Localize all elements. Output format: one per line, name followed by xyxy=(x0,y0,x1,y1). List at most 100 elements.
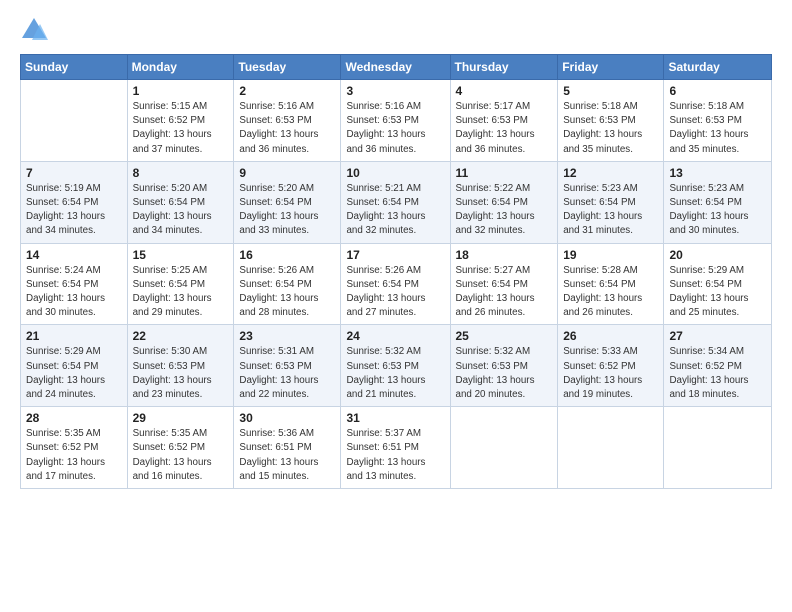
day-number: 31 xyxy=(346,411,444,425)
day-number: 24 xyxy=(346,329,444,343)
day-number: 7 xyxy=(26,166,122,180)
day-info: Sunrise: 5:17 AMSunset: 6:53 PMDaylight:… xyxy=(456,100,553,157)
day-cell: 27 Sunrise: 5:34 AMSunset: 6:52 PMDayligh… xyxy=(664,325,772,407)
day-info: Sunrise: 5:18 AMSunset: 6:53 PMDaylight:… xyxy=(563,100,658,157)
day-info: Sunrise: 5:37 AMSunset: 6:51 PMDaylight:… xyxy=(346,427,444,484)
day-number: 15 xyxy=(133,248,229,262)
day-cell xyxy=(558,407,664,489)
day-cell: 15 Sunrise: 5:25 AMSunset: 6:54 PMDayligh… xyxy=(127,243,234,325)
day-cell: 3 Sunrise: 5:16 AMSunset: 6:53 PMDaylight… xyxy=(341,80,450,162)
day-cell: 23 Sunrise: 5:31 AMSunset: 6:53 PMDayligh… xyxy=(234,325,341,407)
day-info: Sunrise: 5:30 AMSunset: 6:53 PMDaylight:… xyxy=(133,345,229,402)
day-cell: 5 Sunrise: 5:18 AMSunset: 6:53 PMDaylight… xyxy=(558,80,664,162)
day-info: Sunrise: 5:35 AMSunset: 6:52 PMDaylight:… xyxy=(26,427,122,484)
day-info: Sunrise: 5:29 AMSunset: 6:54 PMDaylight:… xyxy=(26,345,122,402)
day-number: 8 xyxy=(133,166,229,180)
day-cell: 4 Sunrise: 5:17 AMSunset: 6:53 PMDaylight… xyxy=(450,80,558,162)
weekday-header-tuesday: Tuesday xyxy=(234,55,341,80)
day-cell: 28 Sunrise: 5:35 AMSunset: 6:52 PMDayligh… xyxy=(21,407,128,489)
weekday-header-friday: Friday xyxy=(558,55,664,80)
day-cell: 29Sunrise: 5:35 AMSunset: 6:52 PMDayligh… xyxy=(127,407,234,489)
day-number: 28 xyxy=(26,411,122,425)
day-info: Sunrise: 5:25 AMSunset: 6:54 PMDaylight:… xyxy=(133,264,229,321)
day-cell: 11 Sunrise: 5:22 AMSunset: 6:54 PMDayligh… xyxy=(450,161,558,243)
day-info: Sunrise: 5:26 AMSunset: 6:54 PMDaylight:… xyxy=(346,264,444,321)
day-cell: 19Sunrise: 5:28 AMSunset: 6:54 PMDayligh… xyxy=(558,243,664,325)
day-info: Sunrise: 5:31 AMSunset: 6:53 PMDaylight:… xyxy=(239,345,335,402)
day-cell: 25 Sunrise: 5:32 AMSunset: 6:53 PMDayligh… xyxy=(450,325,558,407)
page: SundayMondayTuesdayWednesdayThursdayFrid… xyxy=(0,0,792,612)
day-info: Sunrise: 5:36 AMSunset: 6:51 PMDaylight:… xyxy=(239,427,335,484)
day-number: 29 xyxy=(133,411,229,425)
header xyxy=(20,16,772,44)
day-number: 25 xyxy=(456,329,553,343)
day-info: Sunrise: 5:23 AMSunset: 6:54 PMDaylight:… xyxy=(669,182,766,239)
day-number: 23 xyxy=(239,329,335,343)
day-number: 27 xyxy=(669,329,766,343)
day-number: 26 xyxy=(563,329,658,343)
day-info: Sunrise: 5:18 AMSunset: 6:53 PMDaylight:… xyxy=(669,100,766,157)
day-number: 21 xyxy=(26,329,122,343)
day-number: 2 xyxy=(239,84,335,98)
day-info: Sunrise: 5:16 AMSunset: 6:53 PMDaylight:… xyxy=(239,100,335,157)
day-number: 14 xyxy=(26,248,122,262)
day-cell: 17Sunrise: 5:26 AMSunset: 6:54 PMDayligh… xyxy=(341,243,450,325)
day-cell: 7 Sunrise: 5:19 AMSunset: 6:54 PMDaylight… xyxy=(21,161,128,243)
day-info: Sunrise: 5:22 AMSunset: 6:54 PMDaylight:… xyxy=(456,182,553,239)
day-info: Sunrise: 5:20 AMSunset: 6:54 PMDaylight:… xyxy=(239,182,335,239)
day-number: 13 xyxy=(669,166,766,180)
day-cell: 26 Sunrise: 5:33 AMSunset: 6:52 PMDayligh… xyxy=(558,325,664,407)
day-info: Sunrise: 5:20 AMSunset: 6:54 PMDaylight:… xyxy=(133,182,229,239)
day-cell xyxy=(450,407,558,489)
week-row-2: 7 Sunrise: 5:19 AMSunset: 6:54 PMDaylight… xyxy=(21,161,772,243)
logo xyxy=(20,16,52,44)
day-info: Sunrise: 5:26 AMSunset: 6:54 PMDaylight:… xyxy=(239,264,335,321)
week-row-4: 21 Sunrise: 5:29 AMSunset: 6:54 PMDayligh… xyxy=(21,325,772,407)
day-info: Sunrise: 5:32 AMSunset: 6:53 PMDaylight:… xyxy=(456,345,553,402)
day-cell: 1 Sunrise: 5:15 AMSunset: 6:52 PMDaylight… xyxy=(127,80,234,162)
day-cell xyxy=(664,407,772,489)
day-info: Sunrise: 5:34 AMSunset: 6:52 PMDaylight:… xyxy=(669,345,766,402)
day-cell: 30 Sunrise: 5:36 AMSunset: 6:51 PMDayligh… xyxy=(234,407,341,489)
weekday-header-row: SundayMondayTuesdayWednesdayThursdayFrid… xyxy=(21,55,772,80)
day-number: 16 xyxy=(239,248,335,262)
day-number: 19 xyxy=(563,248,658,262)
day-cell: 20 Sunrise: 5:29 AMSunset: 6:54 PMDayligh… xyxy=(664,243,772,325)
day-number: 11 xyxy=(456,166,553,180)
day-cell: 13 Sunrise: 5:23 AMSunset: 6:54 PMDayligh… xyxy=(664,161,772,243)
day-cell: 24Sunrise: 5:32 AMSunset: 6:53 PMDayligh… xyxy=(341,325,450,407)
day-number: 22 xyxy=(133,329,229,343)
day-info: Sunrise: 5:33 AMSunset: 6:52 PMDaylight:… xyxy=(563,345,658,402)
weekday-header-monday: Monday xyxy=(127,55,234,80)
day-info: Sunrise: 5:29 AMSunset: 6:54 PMDaylight:… xyxy=(669,264,766,321)
day-number: 4 xyxy=(456,84,553,98)
day-number: 30 xyxy=(239,411,335,425)
day-info: Sunrise: 5:21 AMSunset: 6:54 PMDaylight:… xyxy=(346,182,444,239)
day-number: 6 xyxy=(669,84,766,98)
weekday-header-thursday: Thursday xyxy=(450,55,558,80)
day-info: Sunrise: 5:16 AMSunset: 6:53 PMDaylight:… xyxy=(346,100,444,157)
day-cell: 6 Sunrise: 5:18 AMSunset: 6:53 PMDaylight… xyxy=(664,80,772,162)
day-cell: 2 Sunrise: 5:16 AMSunset: 6:53 PMDaylight… xyxy=(234,80,341,162)
day-number: 5 xyxy=(563,84,658,98)
day-cell xyxy=(21,80,128,162)
day-info: Sunrise: 5:27 AMSunset: 6:54 PMDaylight:… xyxy=(456,264,553,321)
day-number: 10 xyxy=(346,166,444,180)
day-number: 12 xyxy=(563,166,658,180)
day-cell: 9Sunrise: 5:20 AMSunset: 6:54 PMDaylight… xyxy=(234,161,341,243)
day-info: Sunrise: 5:23 AMSunset: 6:54 PMDaylight:… xyxy=(563,182,658,239)
day-info: Sunrise: 5:19 AMSunset: 6:54 PMDaylight:… xyxy=(26,182,122,239)
day-info: Sunrise: 5:15 AMSunset: 6:52 PMDaylight:… xyxy=(133,100,229,157)
day-cell: 12 Sunrise: 5:23 AMSunset: 6:54 PMDayligh… xyxy=(558,161,664,243)
day-cell: 10 Sunrise: 5:21 AMSunset: 6:54 PMDayligh… xyxy=(341,161,450,243)
day-number: 1 xyxy=(133,84,229,98)
week-row-5: 28 Sunrise: 5:35 AMSunset: 6:52 PMDayligh… xyxy=(21,407,772,489)
day-number: 3 xyxy=(346,84,444,98)
day-cell: 18Sunrise: 5:27 AMSunset: 6:54 PMDayligh… xyxy=(450,243,558,325)
weekday-header-saturday: Saturday xyxy=(664,55,772,80)
day-cell: 21 Sunrise: 5:29 AMSunset: 6:54 PMDayligh… xyxy=(21,325,128,407)
day-cell: 31 Sunrise: 5:37 AMSunset: 6:51 PMDayligh… xyxy=(341,407,450,489)
week-row-3: 14Sunrise: 5:24 AMSunset: 6:54 PMDayligh… xyxy=(21,243,772,325)
weekday-header-wednesday: Wednesday xyxy=(341,55,450,80)
day-number: 20 xyxy=(669,248,766,262)
